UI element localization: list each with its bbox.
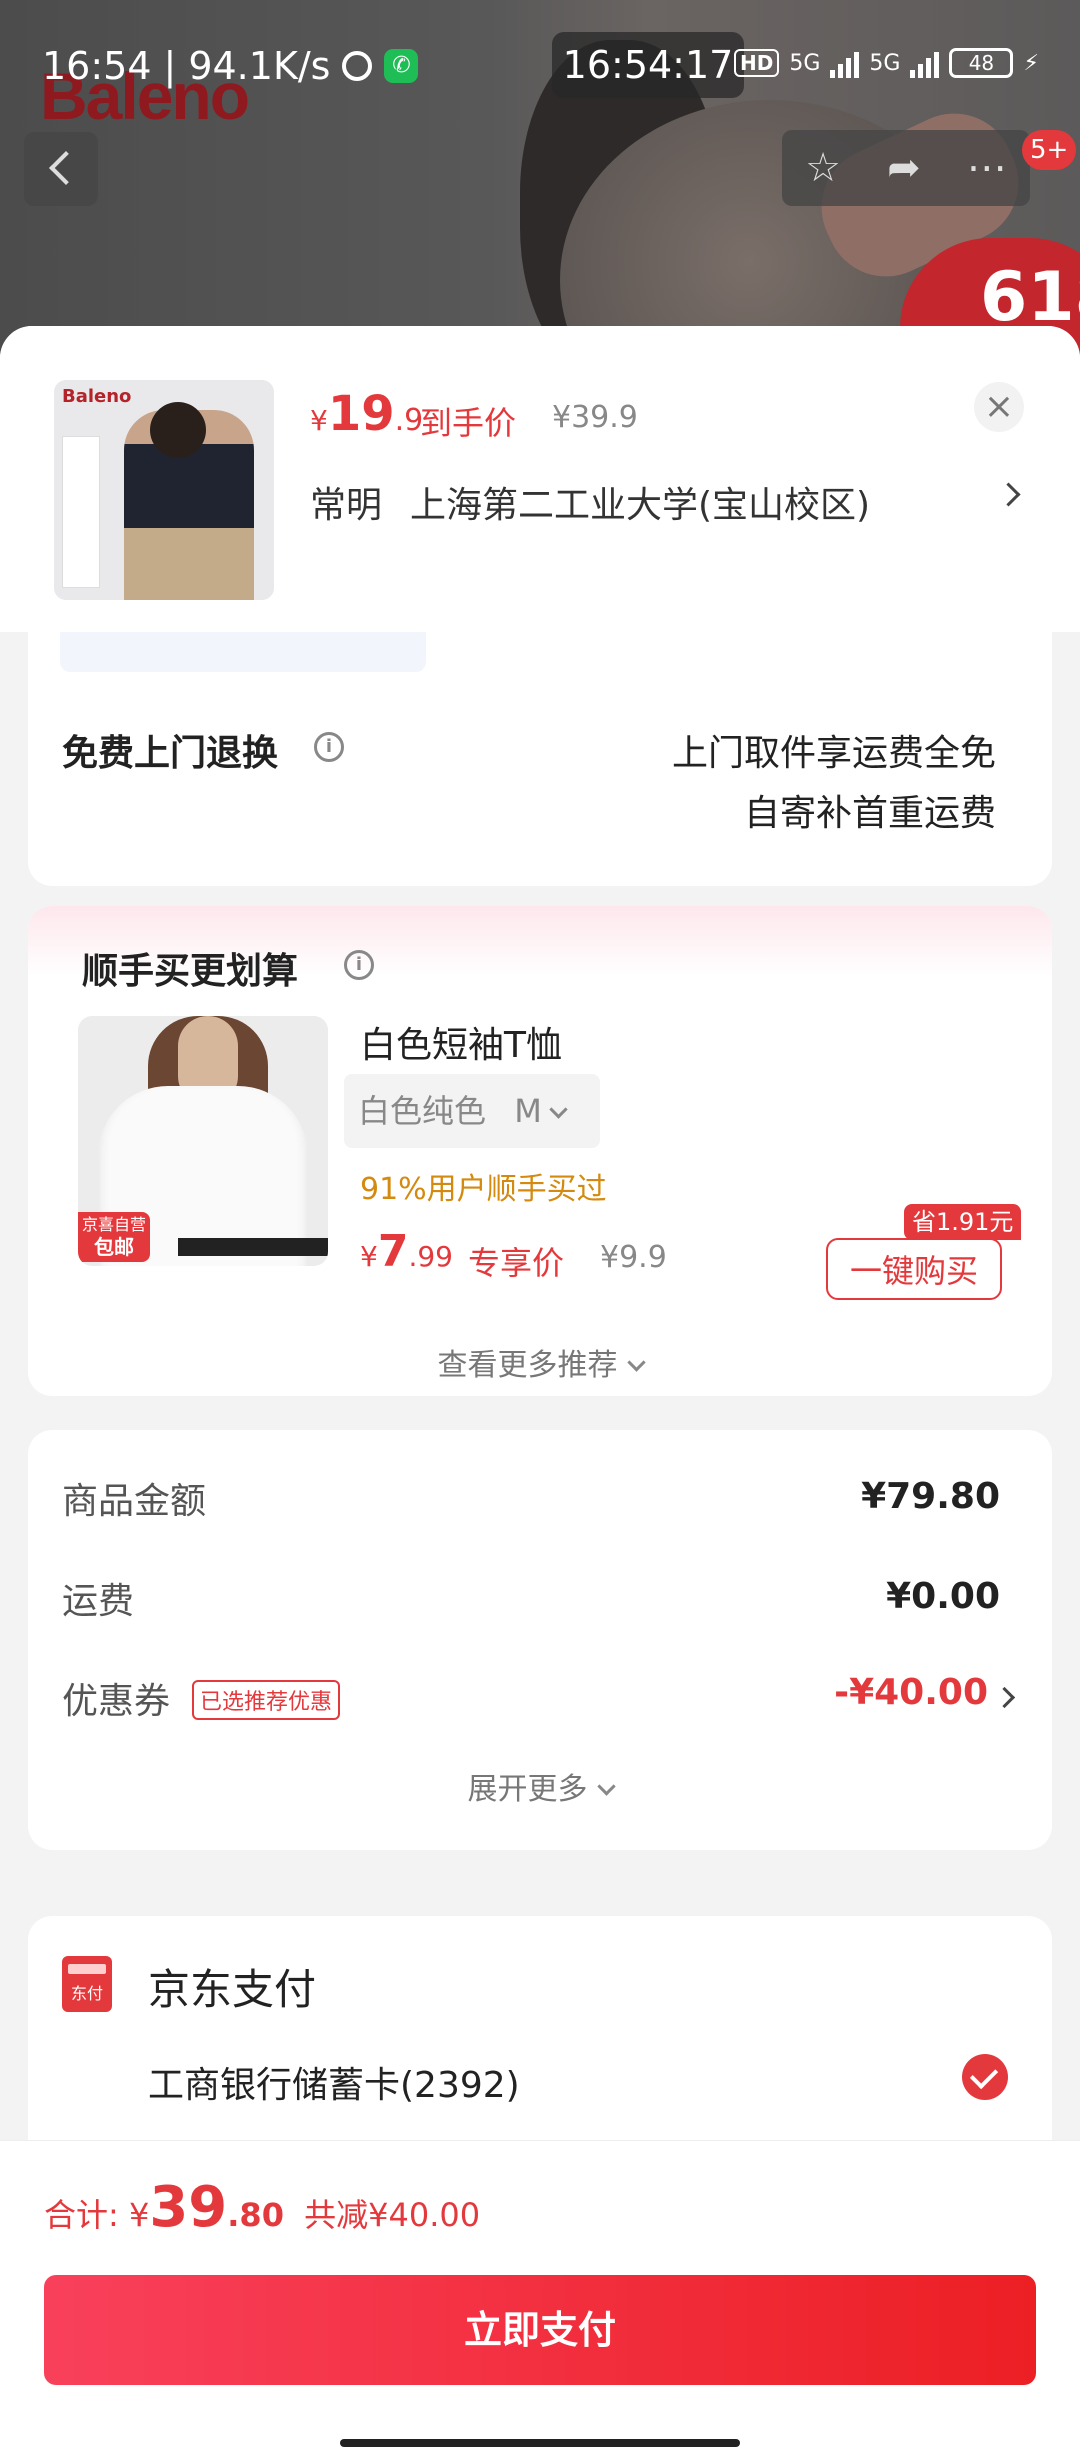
price-integer: 19 (327, 386, 395, 442)
jd-pay-icon: 东付 (62, 1956, 112, 2012)
recommend-original-price: ¥9.9 (600, 1240, 667, 1275)
thumb-side-panel (62, 436, 100, 588)
see-more-recommend[interactable]: 查看更多推荐 (28, 1340, 1052, 1384)
one-click-buy-button[interactable]: 一键购买 (826, 1238, 1002, 1300)
spec-color: 白色纯色 (358, 1092, 487, 1130)
charging-icon: ⚡ (1023, 50, 1039, 76)
rec-price-symbol: ¥ (360, 1240, 378, 1273)
thumb-model-hair (150, 402, 206, 458)
payment-method-title[interactable]: 京东支付 (148, 1956, 316, 2017)
recommend-product-image[interactable]: 京喜自营 包邮 (78, 1016, 328, 1266)
final-price-label: 到手价 (420, 404, 517, 442)
returns-line-1: 上门取件享运费全免 (671, 733, 996, 774)
sheet-header: Baleno ¥19.9 到手价 ¥39.9 × 常明 上海第二工业大学(宝山校… (0, 326, 1080, 632)
goods-amount-value: ¥79.80 (861, 1476, 1000, 1517)
returns-title: 免费上门退换 (62, 733, 279, 774)
rec-price-integer: 7 (377, 1226, 409, 1277)
goods-amount-label: 商品金额 (62, 1481, 207, 1522)
signal-icon-1 (830, 48, 860, 78)
thumb-brand-logo: Baleno (62, 386, 132, 407)
status-bar: 16:54 | 94.1K/s ✆ 16:54:17 HD 5G 5G 48 ⚡ (0, 0, 1080, 130)
recommend-info-icon[interactable]: i (344, 950, 374, 980)
total-reduced: 共减¥40.00 (304, 2196, 481, 2234)
total-symbol: ¥ (128, 2196, 150, 2234)
badge-top-text: 京喜自营 (81, 1215, 146, 1234)
save-amount-chip: 省1.91元 (904, 1204, 1022, 1240)
price-summary-card: 商品金额 ¥79.80 运费 ¥0.00 优惠券 已选推荐优惠 -¥40.00 … (28, 1430, 1052, 1850)
selected-check-icon[interactable] (962, 2054, 1008, 2100)
network-5g-2: 5G (869, 50, 901, 76)
rec-model-belt (178, 1238, 328, 1256)
bottom-bar: 合计: ¥39.80 共减¥40.00 立即支付 (0, 2140, 1080, 2461)
chevron-down-icon (549, 1100, 568, 1119)
signal-icon-2 (910, 48, 940, 78)
spec-size: M (514, 1092, 542, 1130)
share-icon[interactable]: ➦ (887, 145, 921, 191)
bank-card-option[interactable]: 工商银行储蓄卡(2392) (148, 2056, 520, 2108)
coupon-recommended-tag: 已选推荐优惠 (192, 1680, 341, 1720)
delivery-address[interactable]: 上海第二工业大学(宝山校区) (410, 476, 870, 528)
chevron-down-icon (626, 1353, 646, 1372)
total-integer: 39 (149, 2175, 228, 2240)
status-time: 16:54 (42, 44, 152, 88)
expand-more-label: 展开更多 (467, 1772, 588, 1807)
back-button[interactable] (24, 132, 98, 206)
expand-more[interactable]: 展开更多 (28, 1764, 1052, 1808)
final-price: ¥19.9 (310, 386, 423, 442)
network-5g-1: 5G (789, 50, 821, 76)
status-right: HD 5G 5G 48 ⚡ (734, 48, 1039, 78)
payment-card: 东付 京东支付 工商银行储蓄卡(2392) (28, 1916, 1052, 2176)
chevron-right-icon[interactable] (993, 1686, 1016, 1709)
chevron-right-icon[interactable] (996, 482, 1021, 507)
recommend-price: ¥7.99 (360, 1226, 453, 1277)
clock-pill: 16:54:17 (552, 32, 744, 98)
total-label: 合计: (44, 2196, 119, 2234)
see-more-label: 查看更多推荐 (437, 1348, 618, 1383)
returns-line-2: 自寄补首重运费 (743, 793, 996, 834)
close-icon[interactable]: × (974, 382, 1024, 432)
alarm-icon (342, 51, 373, 81)
badge-bottom-text: 包邮 (94, 1235, 134, 1259)
battery-icon: 48 (949, 48, 1014, 78)
notification-badge: 5+ (1022, 130, 1077, 170)
favorite-star-icon[interactable]: ☆ (805, 145, 841, 191)
clipped-chip (60, 632, 426, 672)
recommend-item-name[interactable]: 白色短袖T恤 (360, 1016, 562, 1068)
price-decimal: .9 (394, 403, 424, 438)
users-bought-text: 91%用户顺手买过 (360, 1172, 607, 1207)
pay-now-button[interactable]: 立即支付 (44, 2275, 1036, 2385)
coupon-value[interactable]: -¥40.00 (834, 1672, 988, 1713)
product-thumbnail[interactable]: Baleno (54, 380, 274, 600)
network-speed: 94.1K/s (188, 44, 331, 88)
total-decimal: .80 (227, 2196, 284, 2234)
price-symbol: ¥ (310, 404, 328, 437)
order-total: 合计: ¥39.80 共减¥40.00 (44, 2175, 480, 2240)
status-divider: | (163, 44, 177, 88)
free-shipping-badge: 京喜自营 包邮 (78, 1212, 150, 1262)
recommend-card: 顺手买更划算 i 京喜自营 包邮 白色短袖T恤 白色纯色 M 91%用户顺手买过… (28, 906, 1052, 1396)
info-icon[interactable]: i (314, 732, 344, 762)
rec-price-decimal: .99 (408, 1240, 453, 1273)
hd-icon: HD (734, 49, 780, 77)
chevron-down-icon (596, 1777, 616, 1796)
home-indicator[interactable] (340, 2439, 740, 2447)
coupon-label[interactable]: 优惠券 (62, 1672, 170, 1724)
receiver-name[interactable]: 常明 (310, 476, 382, 528)
spec-selector[interactable]: 白色纯色 M (344, 1074, 600, 1148)
shipping-value: ¥0.00 (886, 1576, 1000, 1617)
shipping-label: 运费 (62, 1581, 135, 1622)
recommend-price-label: 专享价 (468, 1244, 565, 1282)
more-icon[interactable]: ⋯ (967, 145, 1007, 191)
top-action-group: ☆ ➦ ⋯ (782, 130, 1030, 206)
call-icon: ✆ (384, 49, 419, 83)
status-left: 16:54 | 94.1K/s ✆ (42, 44, 419, 88)
recommend-title: 顺手买更划算 (82, 951, 299, 992)
original-price: ¥39.9 (552, 400, 638, 435)
